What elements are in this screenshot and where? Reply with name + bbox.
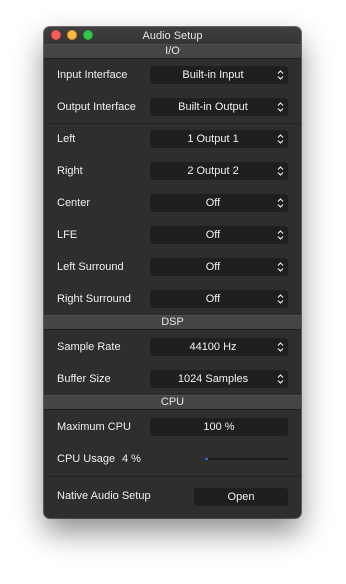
right-surround-label: Right Surround — [57, 293, 131, 305]
cpu-usage-meter — [205, 458, 288, 460]
left-surround-value: Off — [205, 261, 221, 273]
section-header-cpu: CPU — [44, 395, 301, 410]
cpu-usage-label: CPU Usage — [57, 453, 116, 465]
title-bar: Audio Setup — [44, 27, 301, 45]
output-interface-label: Output Interface — [57, 101, 136, 113]
maximum-cpu-field[interactable]: 100 % — [150, 418, 288, 436]
open-native-audio-setup-button[interactable]: Open — [194, 488, 288, 506]
section-header-io: I/O — [44, 44, 301, 59]
buffer-size-value: 1024 Samples — [177, 373, 249, 385]
left-surround-popup[interactable]: Off — [150, 258, 288, 276]
chevron-updown-icon — [277, 70, 284, 80]
chevron-updown-icon — [277, 342, 284, 352]
maximum-cpu-label: Maximum CPU — [57, 421, 131, 433]
center-channel-label: Center — [57, 197, 91, 209]
chevron-updown-icon — [277, 294, 284, 304]
window-title: Audio Setup — [142, 30, 203, 42]
chevron-updown-icon — [277, 134, 284, 144]
lfe-channel-value: Off — [205, 229, 221, 241]
buffer-size-popup[interactable]: 1024 Samples — [150, 370, 288, 388]
cpu-usage-value: 4 % — [122, 453, 141, 465]
left-channel-value: 1 Output 1 — [187, 133, 239, 145]
input-interface-label: Input Interface — [57, 69, 128, 81]
right-surround-value: Off — [205, 293, 221, 305]
section-header-dsp: DSP — [44, 315, 301, 330]
right-surround-popup[interactable]: Off — [150, 290, 288, 308]
cpu-usage-meter-fill — [205, 458, 208, 460]
input-interface-value: Built-in Input — [182, 69, 244, 81]
separator — [44, 476, 301, 477]
sample-rate-label: Sample Rate — [57, 341, 121, 353]
lfe-channel-popup[interactable]: Off — [150, 226, 288, 244]
output-interface-popup[interactable]: Built-in Output — [150, 98, 288, 116]
chevron-updown-icon — [277, 102, 284, 112]
chevron-updown-icon — [277, 230, 284, 240]
chevron-updown-icon — [277, 374, 284, 384]
right-channel-label: Right — [57, 165, 83, 177]
left-channel-popup[interactable]: 1 Output 1 — [150, 130, 288, 148]
chevron-updown-icon — [277, 198, 284, 208]
right-channel-popup[interactable]: 2 Output 2 — [150, 162, 288, 180]
left-channel-label: Left — [57, 133, 76, 145]
center-channel-popup[interactable]: Off — [150, 194, 288, 212]
output-interface-value: Built-in Output — [178, 101, 248, 113]
chevron-updown-icon — [277, 262, 284, 272]
lfe-channel-label: LFE — [57, 229, 78, 241]
sample-rate-popup[interactable]: 44100 Hz — [150, 338, 288, 356]
center-channel-value: Off — [205, 197, 221, 209]
native-audio-setup-label: Native Audio Setup — [57, 490, 151, 502]
separator — [44, 123, 301, 124]
chevron-updown-icon — [277, 166, 284, 176]
sample-rate-value: 44100 Hz — [189, 341, 237, 353]
left-surround-label: Left Surround — [57, 261, 124, 273]
input-interface-popup[interactable]: Built-in Input — [150, 66, 288, 84]
right-channel-value: 2 Output 2 — [187, 165, 239, 177]
buffer-size-label: Buffer Size — [57, 373, 111, 385]
audio-setup-window: Audio Setup I/O Input Interface Built-in… — [44, 27, 301, 518]
